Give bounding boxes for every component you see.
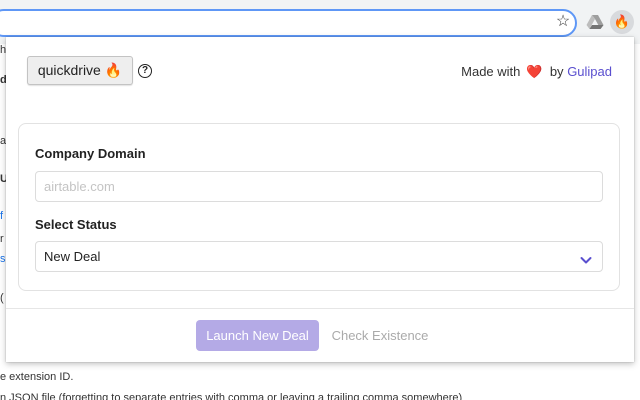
star-icon[interactable]: ☆ [554,13,572,31]
bg-fragment: r [0,233,4,245]
status-selected-value: New Deal [44,249,101,264]
bg-link-fragment[interactable]: f [0,210,3,222]
drive-icon[interactable] [586,14,604,30]
made-with-text: Made with [461,64,521,79]
fire-icon[interactable]: 🔥 [610,10,634,34]
bg-text-line: e extension ID. [0,371,74,383]
check-existence-button[interactable]: Check Existence [328,320,432,351]
launch-new-deal-button[interactable]: Launch New Deal [196,320,319,351]
by-text: by [549,64,564,79]
address-bar[interactable] [0,9,577,37]
status-select[interactable]: New Deal [35,241,603,272]
select-status-label: Select Status [35,217,117,232]
footer-divider [6,308,634,309]
bg-fragment: ( [0,292,4,304]
chevron-down-icon [580,252,592,264]
company-domain-input[interactable] [35,171,603,202]
author-link[interactable]: Gulipad [567,64,612,79]
heart-icon: ❤️ [526,64,543,79]
bg-link-fragment[interactable]: s [0,253,6,265]
bg-text-line: n JSON file (forgetting to separate entr… [0,392,463,400]
company-domain-label: Company Domain [35,146,146,161]
extension-popup: quickdrive 🔥 ? Made with ❤️ by Gulipad C… [6,37,634,362]
made-with-credit: Made with ❤️ by Gulipad [461,63,612,81]
deal-form: Company Domain Select Status New Deal [18,123,620,291]
help-icon[interactable]: ? [138,64,152,78]
brand-badge: quickdrive 🔥 [27,56,133,85]
